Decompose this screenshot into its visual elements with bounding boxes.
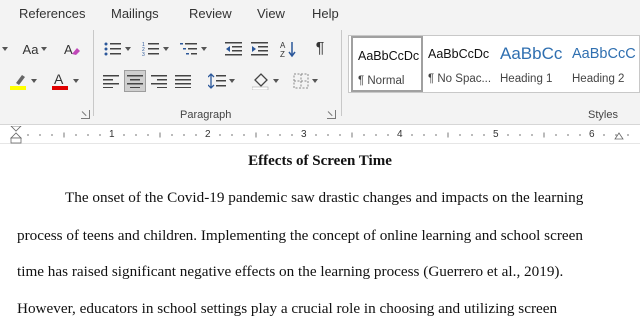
ruler-ticks — [27, 132, 629, 138]
align-center-icon — [127, 75, 143, 88]
style-sample: AaBbCcC — [572, 46, 636, 62]
chevron-down-icon — [228, 79, 235, 83]
style-sample: AaBbCcDc — [358, 49, 420, 63]
highlight-swatch — [9, 86, 26, 90]
decrease-indent-button[interactable] — [222, 38, 246, 60]
paragraph-line: time has raised significant negative eff… — [17, 263, 564, 280]
increase-indent-icon — [251, 42, 268, 56]
multilevel-list-icon — [179, 43, 197, 55]
align-right-button[interactable] — [148, 70, 170, 92]
chevron-down-icon — [30, 79, 37, 83]
sort-icon: A Z — [280, 41, 296, 58]
font-color-swatch — [51, 86, 68, 90]
bullets-button[interactable] — [100, 38, 134, 60]
chevron-down-icon — [311, 79, 318, 83]
horizontal-ruler[interactable]: 1 2 3 4 5 6 — [0, 126, 640, 144]
svg-text:A: A — [280, 41, 286, 50]
justify-button[interactable] — [172, 70, 194, 92]
styles-group-label: Styles — [588, 109, 618, 121]
ribbon-separator — [341, 30, 342, 116]
chevron-down-icon — [200, 47, 207, 51]
tab-mailings[interactable]: Mailings — [111, 6, 159, 21]
paragraph-line: However, educators in school settings pl… — [17, 300, 558, 317]
clear-formatting-icon: A — [64, 42, 80, 57]
align-left-icon — [103, 75, 119, 88]
chevron-down-icon — [272, 79, 279, 83]
paragraph-line: process of teens and children. Implement… — [17, 227, 583, 244]
chevron-down-icon — [41, 47, 48, 51]
tab-references[interactable]: References — [19, 6, 85, 21]
font-color-icon: A — [51, 71, 68, 90]
change-case-button[interactable]: Aa — [18, 38, 52, 60]
tab-review[interactable]: Review — [189, 6, 232, 21]
align-center-button[interactable] — [124, 70, 146, 92]
ruler-label: 1 — [109, 129, 115, 140]
font-group-overflow[interactable] — [0, 38, 10, 60]
ribbon-tab-bar: References Mailings Review View Help — [0, 0, 640, 26]
indent-marker-icon[interactable] — [10, 126, 22, 144]
chevron-down-icon — [124, 47, 131, 51]
svg-text:Z: Z — [280, 50, 285, 58]
style-no-spacing[interactable]: AaBbCcDc ¶ No Spac... — [423, 36, 495, 92]
ruler-label: 5 — [493, 129, 499, 140]
ruler-label: 4 — [397, 129, 403, 140]
ruler-label: 6 — [589, 129, 595, 140]
borders-icon — [293, 73, 308, 89]
borders-button[interactable] — [288, 70, 322, 92]
style-sample: AaBbCcDc — [428, 47, 490, 61]
ruler-label: 2 — [205, 129, 211, 140]
change-case-label: Aa — [22, 41, 39, 57]
highlighter-icon — [9, 75, 26, 90]
align-left-button[interactable] — [100, 70, 122, 92]
highlight-color-button[interactable] — [6, 70, 40, 92]
right-indent-marker-icon[interactable] — [614, 130, 624, 140]
paragraph-dialog-launcher-icon[interactable] — [327, 110, 336, 119]
tab-view[interactable]: View — [257, 6, 285, 21]
styles-gallery: AaBbCcDc ¶ Normal AaBbCcDc ¶ No Spac... … — [348, 35, 640, 93]
bullets-icon — [104, 42, 121, 56]
chevron-down-icon — [72, 79, 79, 83]
style-name: Heading 1 — [500, 73, 553, 85]
line-spacing-button[interactable] — [204, 70, 238, 92]
show-formatting-marks-button[interactable]: ¶ — [309, 38, 331, 60]
style-heading-1[interactable]: AaBbCc Heading 1 — [495, 36, 567, 92]
style-name: ¶ No Spac... — [428, 73, 492, 85]
document-title: Effects of Screen Time — [248, 153, 392, 169]
sort-button[interactable]: A Z — [277, 38, 301, 60]
justify-icon — [175, 75, 191, 88]
font-color-button[interactable]: A — [48, 70, 82, 92]
chevron-down-icon — [162, 47, 169, 51]
numbering-icon: 1 2 3 — [142, 42, 159, 57]
paint-bucket-icon — [251, 73, 268, 90]
decrease-indent-icon — [225, 42, 242, 56]
style-heading-2[interactable]: AaBbCcC Heading 2 — [567, 36, 639, 92]
document-page[interactable]: Effects of Screen Time The onset of the … — [0, 145, 640, 322]
shading-button[interactable] — [248, 70, 282, 92]
ruler-label: 3 — [301, 129, 307, 140]
font-dialog-launcher-icon[interactable] — [81, 110, 90, 119]
style-name: ¶ Normal — [358, 75, 405, 87]
svg-text:A: A — [54, 71, 64, 87]
increase-indent-button[interactable] — [248, 38, 272, 60]
pilcrow-icon: ¶ — [315, 40, 325, 57]
line-spacing-icon — [207, 73, 226, 89]
align-right-icon — [151, 75, 167, 88]
clear-formatting-button[interactable]: A — [60, 38, 84, 60]
svg-text:A: A — [64, 42, 73, 57]
style-normal[interactable]: AaBbCcDc ¶ Normal — [351, 36, 423, 92]
style-sample: AaBbCc — [500, 44, 563, 63]
paragraph-group-label: Paragraph — [180, 109, 232, 121]
numbering-button[interactable]: 1 2 3 — [138, 38, 172, 60]
svg-text:3: 3 — [142, 52, 145, 57]
ribbon-separator — [93, 30, 94, 116]
tab-help[interactable]: Help — [312, 6, 339, 21]
style-name: Heading 2 — [572, 73, 625, 85]
paragraph-line: The onset of the Covid-19 pandemic saw d… — [65, 189, 584, 206]
multilevel-list-button[interactable] — [176, 38, 210, 60]
